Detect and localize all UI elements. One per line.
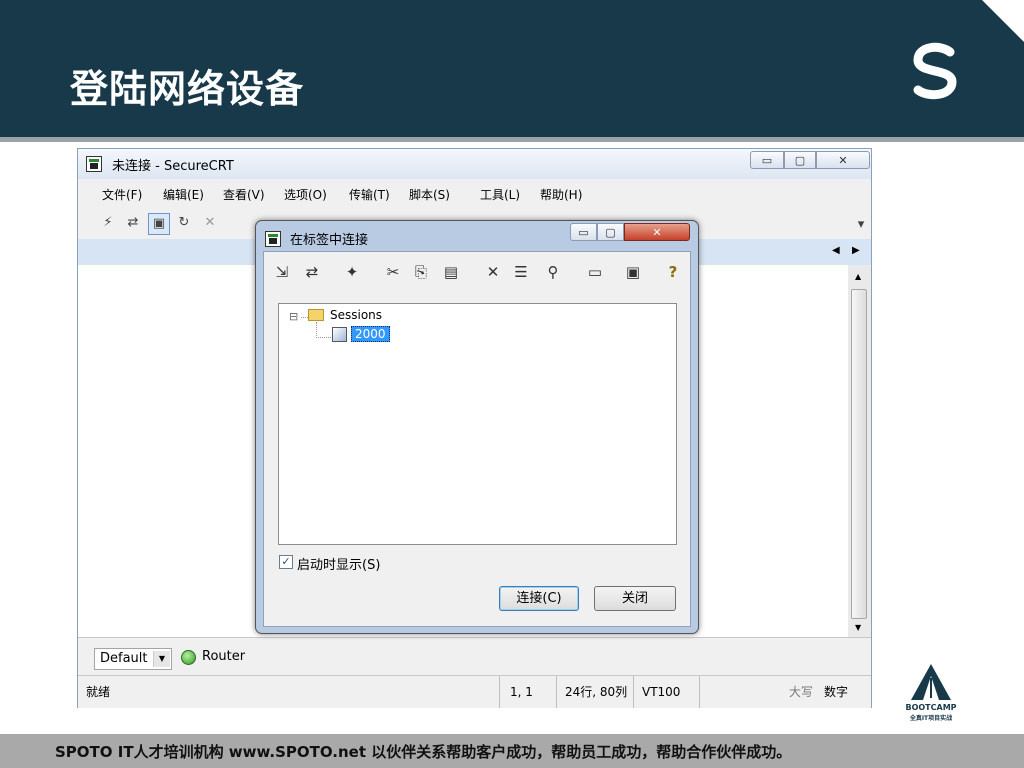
properties-icon[interactable]: ☰ — [511, 262, 531, 282]
status-caps: 大写 — [789, 685, 814, 699]
tree-item-sessions[interactable]: Sessions — [330, 308, 382, 322]
status-bar: 就绪 1, 1 24行, 80列 VT100 大写 数字 — [78, 675, 871, 708]
session-icon — [332, 327, 347, 342]
cut-icon[interactable]: ✂ — [383, 262, 403, 282]
tree-connector — [301, 317, 308, 318]
chevron-down-icon[interactable]: ▼ — [153, 651, 170, 667]
find-icon[interactable]: ⚲ — [543, 262, 563, 282]
command-bar: Default ▼ Router — [78, 637, 871, 676]
session-tree[interactable]: ⊟ Sessions 2000 — [278, 303, 677, 545]
session-select[interactable]: Default ▼ — [94, 648, 172, 670]
menu-transfer[interactable]: 传输(T) — [349, 186, 390, 203]
header-stripe — [0, 137, 1024, 142]
paste-icon[interactable]: ▤ — [441, 262, 461, 282]
window-title: 未连接 - SecureCRT — [112, 159, 234, 174]
scroll-up-icon[interactable]: ▲ — [855, 272, 861, 281]
slide-title: 登陆网络设备 — [70, 67, 305, 111]
quick-connect-icon[interactable]: ⚡ — [98, 213, 118, 233]
menu-edit[interactable]: 编辑(E) — [163, 186, 204, 203]
connect-in-tab-dialog: 在标签中连接 ▭ ▢ ✕ ⇲ ⇄ ✦ ✂ ⎘ ▤ ✕ ☰ ⚲ ▭ ▣ ? ⊟ S… — [255, 220, 699, 634]
securecrt-app-icon — [86, 156, 102, 172]
tree-branch-line — [316, 337, 331, 338]
vertical-scrollbar[interactable]: ▲ ▼ — [848, 265, 871, 637]
router-status-icon[interactable] — [181, 650, 196, 665]
dialog-app-icon — [265, 231, 281, 247]
scrollbar-thumb[interactable] — [851, 289, 867, 619]
status-cursor-position: 1, 1 — [499, 676, 556, 708]
tab-scroll-right-icon[interactable]: ▶ — [852, 245, 860, 256]
status-ready: 就绪 — [86, 685, 111, 699]
spoto-logo-icon — [913, 42, 957, 100]
connect-in-tab-icon[interactable]: ▣ — [148, 213, 170, 235]
corner-fold — [982, 0, 1024, 42]
scroll-down-icon[interactable]: ▼ — [855, 623, 861, 632]
window-titlebar: 未连接 - SecureCRT ▭ ▢ ✕ — [78, 149, 871, 179]
close-dialog-button[interactable]: 关闭 — [594, 586, 676, 611]
footer-text: SPOTO IT人才培训机构 www.SPOTO.net 以伙伴关系帮助客户成功… — [55, 743, 792, 761]
disconnect-icon[interactable]: ✕ — [200, 213, 220, 233]
session-select-value: Default — [100, 651, 148, 666]
menu-file[interactable]: 文件(F) — [102, 186, 142, 203]
status-empty — [699, 676, 781, 708]
menu-options[interactable]: 选项(O) — [284, 186, 327, 203]
status-rows-cols: 24行, 80列 — [556, 676, 633, 708]
dialog-title: 在标签中连接 — [290, 233, 369, 248]
dialog-maximize-button[interactable]: ▢ — [597, 223, 624, 241]
tab-scroll-left-icon[interactable]: ◀ — [832, 245, 840, 256]
connect-button[interactable]: 连接(C) — [499, 586, 579, 611]
menu-bar: 文件(F) 编辑(E) 查看(V) 选项(O) 传输(T) 脚本(S) 工具(L… — [78, 179, 871, 207]
menu-help[interactable]: 帮助(H) — [540, 186, 582, 203]
connect-session-icon[interactable]: ⇲ — [272, 262, 292, 282]
router-button-label[interactable]: Router — [202, 649, 245, 664]
new-folder-icon[interactable]: ▭ — [585, 262, 605, 282]
menu-view[interactable]: 查看(V) — [223, 186, 265, 203]
tree-item-2000[interactable]: 2000 — [351, 326, 390, 342]
dialog-close-button[interactable]: ✕ — [624, 223, 690, 241]
status-terminal-type: VT100 — [633, 676, 699, 708]
toolbar-overflow-icon[interactable]: ▾ — [854, 215, 868, 235]
copy-icon[interactable]: ⎘ — [411, 262, 431, 282]
connect-icon[interactable]: ⇄ — [123, 213, 143, 233]
show-on-startup-checkbox[interactable]: ✓ — [279, 555, 293, 569]
minimize-button[interactable]: ▭ — [750, 151, 784, 169]
dialog-toolbar: ⇲ ⇄ ✦ ✂ ⎘ ▤ ✕ ☰ ⚲ ▭ ▣ ? — [264, 252, 690, 292]
bootcamp-tent-icon — [911, 664, 951, 700]
show-on-startup-label[interactable]: 启动时显示(S) — [297, 554, 380, 573]
maximize-button[interactable]: ▢ — [784, 151, 816, 169]
help-icon[interactable]: ? — [663, 262, 683, 282]
delete-icon[interactable]: ✕ — [483, 262, 503, 282]
close-button[interactable]: ✕ — [816, 151, 870, 169]
folder-icon — [308, 309, 324, 321]
quick-connect-icon[interactable]: ⇄ — [302, 262, 322, 282]
menu-script[interactable]: 脚本(S) — [409, 186, 450, 203]
reconnect-icon[interactable]: ↻ — [174, 213, 194, 233]
tree-branch-line — [316, 322, 317, 338]
bootcamp-logo: BOOTCAMP 全真IT项目实战 — [901, 662, 961, 724]
bootcamp-text: BOOTCAMP — [905, 703, 957, 712]
bootcamp-subtext: 全真IT项目实战 — [909, 715, 953, 722]
create-shortcut-icon[interactable]: ▣ — [623, 262, 643, 282]
tree-expander-icon[interactable]: ⊟ — [289, 310, 298, 323]
new-session-icon[interactable]: ✦ — [342, 262, 362, 282]
status-num: 数字 — [824, 685, 849, 699]
dialog-minimize-button[interactable]: ▭ — [570, 223, 597, 241]
dialog-body: ⇲ ⇄ ✦ ✂ ⎘ ▤ ✕ ☰ ⚲ ▭ ▣ ? ⊟ Sessions 2000 … — [263, 251, 691, 627]
menu-tools[interactable]: 工具(L) — [480, 186, 520, 203]
